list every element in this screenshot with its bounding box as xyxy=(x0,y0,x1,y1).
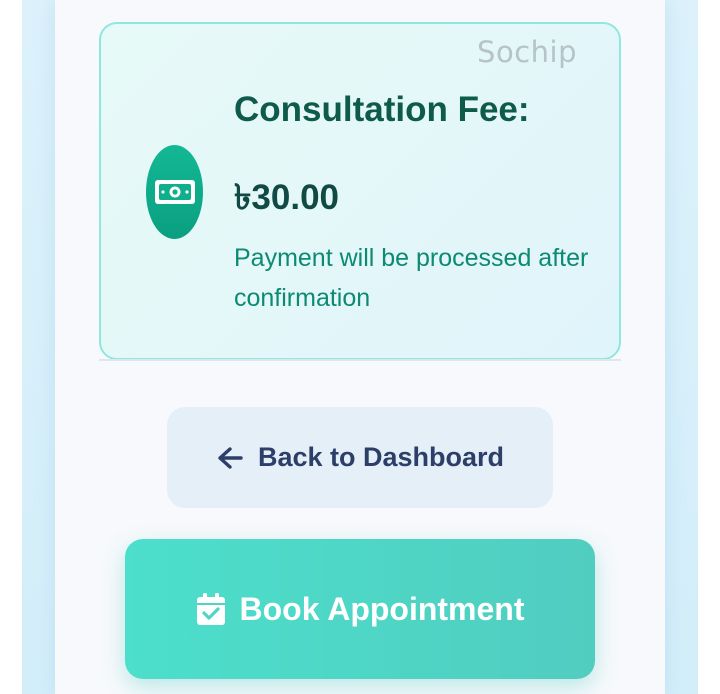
arrow-left-icon xyxy=(216,446,244,470)
book-appointment-button[interactable]: Book Appointment xyxy=(125,539,595,679)
money-bill-icon xyxy=(146,145,203,239)
calendar-check-icon xyxy=(196,592,226,626)
fee-amount: ৳30.00 xyxy=(234,178,340,217)
back-button-label: Back to Dashboard xyxy=(257,442,505,472)
fee-note: Payment will be processed after confirma… xyxy=(234,244,589,312)
watermark: Sochip xyxy=(477,35,577,69)
back-to-dashboard-button[interactable]: Back to Dashboard xyxy=(167,407,553,508)
divider xyxy=(99,359,621,361)
book-button-label: Book Appointment xyxy=(239,590,525,627)
consultation-fee-card: Sochip Consultation Fee: ৳30.00 Payment … xyxy=(99,22,621,360)
fee-title: Consultation Fee: xyxy=(234,90,530,129)
